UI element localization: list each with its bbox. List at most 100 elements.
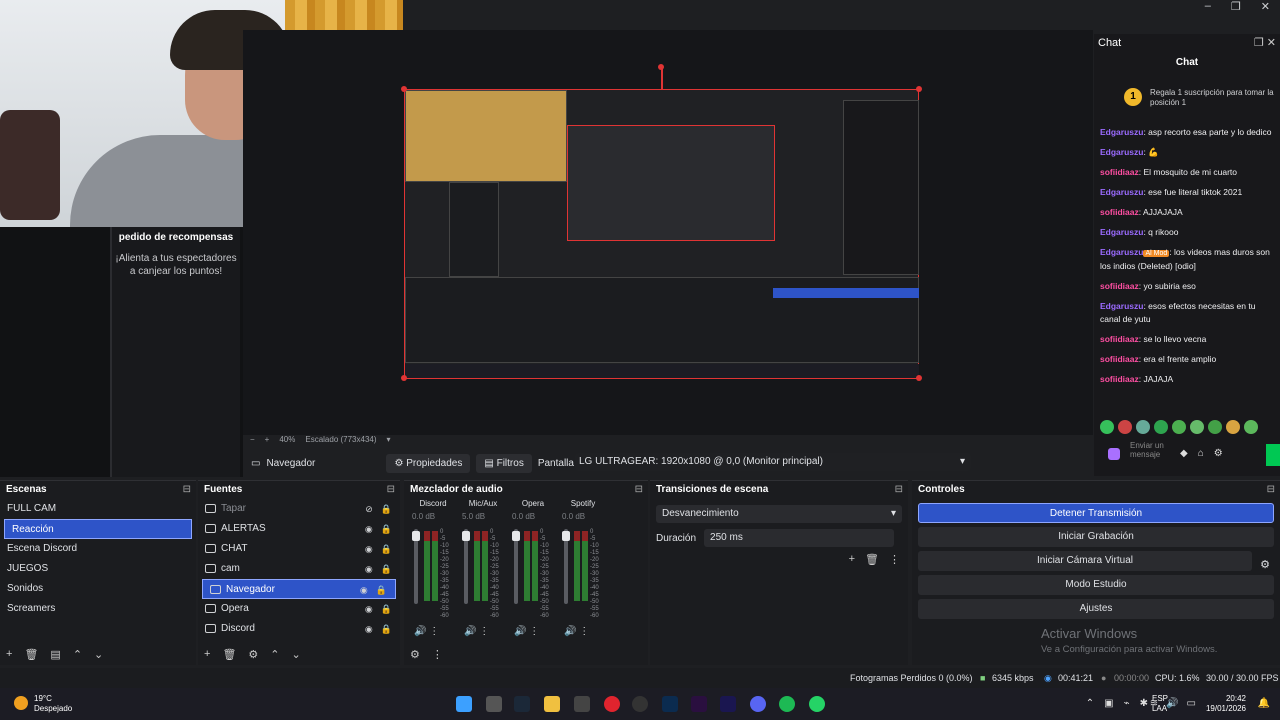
trash-icon[interactable]: 🗑 (222, 648, 236, 661)
visibility-icon[interactable]: ◉ (365, 619, 373, 639)
task-view-icon[interactable] (486, 696, 502, 712)
advanced-audio-icon[interactable]: ⚙ (410, 648, 420, 661)
menu-dots-icon[interactable]: ⋮ (889, 553, 900, 566)
source-item[interactable]: Tapar ⊘ 🔒 (198, 499, 400, 519)
scene-item[interactable]: JUEGOS (0, 559, 196, 579)
emote-icon[interactable] (1100, 420, 1114, 434)
visibility-icon[interactable]: ◉ (360, 580, 368, 600)
battery-icon[interactable]: ▭ (1187, 698, 1196, 709)
clock[interactable]: 20:42 19/01/2026 (1206, 694, 1246, 714)
chat-username[interactable]: sofiidiaaz (1100, 334, 1139, 344)
properties-button[interactable]: ⚙ Propiedades (386, 453, 471, 473)
scene-item[interactable]: Escena Discord (0, 539, 196, 559)
lock-icon[interactable]: 🔒 (381, 619, 392, 639)
resize-handle-br[interactable] (916, 375, 922, 381)
scene-item[interactable]: FULL CAM (0, 499, 196, 519)
scene-item[interactable]: Sonidos (0, 579, 196, 599)
duration-input[interactable]: 250 ms (704, 529, 895, 547)
chevron-up-icon[interactable]: ⌃ (1086, 698, 1094, 709)
photoshop-icon[interactable] (662, 696, 678, 712)
network-icon[interactable]: ⌁ (1124, 698, 1130, 709)
scene-item[interactable]: Reacción (4, 519, 192, 539)
settings-button[interactable]: Ajustes (918, 599, 1274, 619)
close-icon[interactable]: ✕ (1261, 0, 1270, 14)
gear-icon[interactable]: ⚙ (248, 648, 258, 661)
monitor-select[interactable]: LG ULTRAGEAR: 1920x1080 @ 0,0 (Monitor p… (575, 453, 971, 471)
premiere-icon[interactable] (691, 696, 707, 712)
app-icon[interactable] (574, 696, 590, 712)
volume-icon[interactable]: 🔊 (1166, 698, 1178, 709)
resize-handle-tl[interactable] (401, 86, 407, 92)
wifi-icon[interactable]: ≋ (1150, 698, 1158, 709)
visibility-icon[interactable]: ◉ (365, 519, 373, 539)
emote-icon[interactable] (1136, 420, 1150, 434)
bits-icon[interactable]: ◆ (1180, 448, 1188, 459)
visibility-icon[interactable]: ◉ (365, 599, 373, 619)
filter-icon[interactable]: ▤ (50, 648, 60, 661)
dock-options-icon[interactable]: ⊟ (1267, 481, 1275, 499)
source-item[interactable]: cam ◉ 🔒 (198, 559, 400, 579)
transition-select[interactable]: Desvanecimiento ▾ (656, 505, 902, 523)
gift-icon[interactable]: ⌂ (1198, 448, 1204, 459)
source-item[interactable]: Opera ◉ 🔒 (198, 599, 400, 619)
source-item[interactable]: ALERTAS ◉ 🔒 (198, 519, 400, 539)
menu-dots-icon[interactable]: ⋮ (429, 626, 439, 637)
maximize-icon[interactable]: ❐ (1231, 0, 1241, 14)
emote-icon[interactable] (1244, 420, 1258, 434)
minimize-icon[interactable]: – (1205, 0, 1211, 14)
zoom-out-icon[interactable]: − (250, 435, 255, 447)
lock-icon[interactable]: 🔒 (381, 519, 392, 539)
chevron-down-icon[interactable]: ▾ (387, 435, 391, 447)
source-item[interactable]: Navegador ◉ 🔒 (202, 579, 396, 599)
whatsapp-icon[interactable] (809, 696, 825, 712)
bluetooth-icon[interactable]: ✱ (1140, 698, 1148, 709)
discord-icon[interactable] (750, 696, 766, 712)
zoom-in-icon[interactable]: + (265, 435, 270, 447)
add-icon[interactable]: + (6, 648, 12, 661)
start-recording-button[interactable]: Iniciar Grabación (918, 527, 1274, 547)
fader-knob[interactable] (562, 531, 570, 541)
rotate-handle[interactable] (658, 64, 664, 70)
lock-icon[interactable]: 🔒 (381, 599, 392, 619)
add-icon[interactable]: + (849, 553, 855, 566)
chat-username[interactable]: Edgaruszu (1100, 301, 1143, 311)
weather-sun-icon[interactable] (14, 696, 28, 710)
settings-gear-icon[interactable]: ⚙ (1214, 448, 1223, 459)
trash-icon[interactable]: 🗑 (24, 648, 38, 661)
chat-username[interactable]: sofiidiaaz (1100, 207, 1139, 217)
notifications-icon[interactable]: 🔔 (1258, 698, 1270, 709)
chat-username[interactable]: Edgaruszu (1100, 227, 1143, 237)
preview-canvas[interactable] (404, 89, 919, 379)
after-effects-icon[interactable] (720, 696, 736, 712)
fader-knob[interactable] (462, 531, 470, 541)
emote-icon[interactable] (1172, 420, 1186, 434)
move-up-icon[interactable]: ⌃ (270, 648, 279, 661)
menu-dots-icon[interactable]: ⋮ (579, 626, 589, 637)
chat-username[interactable]: Edgaruszu (1100, 127, 1143, 137)
send-button[interactable] (1266, 444, 1280, 466)
chat-username[interactable]: Edgaruszu (1100, 147, 1143, 157)
file-explorer-icon[interactable] (544, 696, 560, 712)
move-up-icon[interactable]: ⌃ (73, 648, 82, 661)
mute-icon[interactable]: 🔊 (414, 626, 429, 637)
dock-options-icon[interactable]: ⊟ (635, 481, 643, 499)
chat-username[interactable]: sofiidiaaz (1100, 354, 1139, 364)
menu-dots-icon[interactable]: ⋮ (432, 648, 443, 661)
mute-icon[interactable]: 🔊 (514, 626, 529, 637)
dock-options-icon[interactable]: ⊟ (183, 481, 191, 499)
emote-icon[interactable] (1118, 420, 1132, 434)
lock-icon[interactable]: 🔒 (381, 539, 392, 559)
visibility-icon[interactable]: ⊘ (365, 499, 373, 519)
opera-icon[interactable] (604, 696, 620, 712)
lock-icon[interactable]: 🔒 (381, 559, 392, 579)
visibility-icon[interactable]: ◉ (365, 559, 373, 579)
chat-username[interactable]: Edgaruszu (1100, 247, 1143, 257)
obs-icon[interactable] (632, 696, 648, 712)
emote-icon[interactable] (1154, 420, 1168, 434)
emote-icon[interactable] (1208, 420, 1222, 434)
gift-sub-banner[interactable]: 1 Regala 1 suscripción para tomar la pos… (1120, 84, 1280, 114)
weather-widget[interactable]: 19°C Despejado (34, 694, 72, 714)
emote-icon[interactable] (1190, 420, 1204, 434)
fader-knob[interactable] (512, 531, 520, 541)
steam-icon[interactable] (514, 696, 530, 712)
